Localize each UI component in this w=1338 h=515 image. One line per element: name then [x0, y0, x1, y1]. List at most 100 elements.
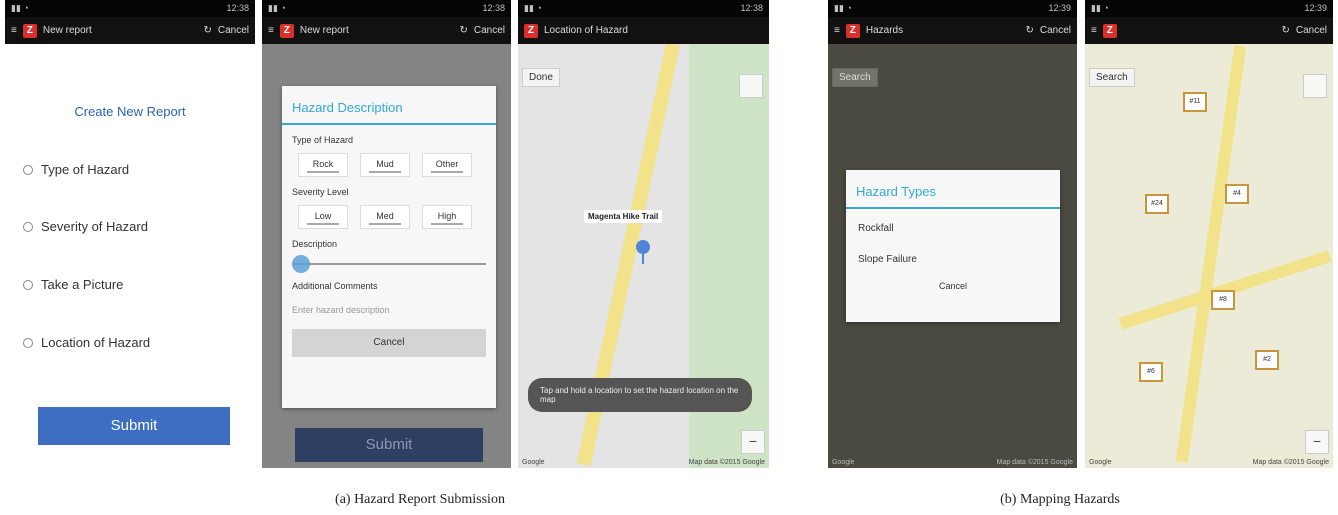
severity-med-toggle[interactable]: Med — [360, 205, 410, 229]
menu-item-severity[interactable]: Severity of Hazard — [23, 219, 148, 234]
signal-icon: ▮▮ ◔ — [1091, 3, 1109, 13]
cancel-action[interactable]: Cancel — [1040, 25, 1071, 36]
marker-label: Magenta Hike Trail — [584, 210, 663, 223]
notes-label: Additional Comments — [292, 281, 378, 291]
menu-item-label: Severity of Hazard — [41, 219, 148, 234]
zoom-out-button[interactable]: − — [741, 430, 765, 454]
hazard-marker[interactable]: #24 — [1145, 194, 1169, 214]
option-rockfall[interactable]: Rockfall — [846, 209, 1060, 234]
hazard-marker[interactable]: #2 — [1255, 350, 1279, 370]
signal-icon: ▮▮ ◔ — [524, 3, 542, 13]
dialog-title: Hazard Description — [282, 86, 496, 125]
hazard-marker[interactable]: #6 — [1139, 362, 1163, 382]
status-time: 12:38 — [482, 3, 505, 13]
radio-icon — [23, 279, 33, 290]
cancel-action[interactable]: Cancel — [1296, 25, 1327, 36]
action-bar: ≡ Z New report ↻ Cancel — [5, 17, 255, 44]
description-slider[interactable] — [292, 255, 486, 273]
option-slope-failure[interactable]: Slope Failure — [846, 234, 1060, 265]
phone-screen-location-map: ▮▮ ◔ 12:38 Z Location of Hazard Done Mage… — [518, 0, 769, 468]
signal-icon: ▮▮ ◔ — [834, 3, 852, 13]
signal-icon: ▮▮ ◔ — [268, 3, 286, 13]
menu-icon[interactable]: ≡ — [11, 25, 17, 36]
severity-options: Low Med High — [298, 205, 496, 229]
hazard-type-other-toggle[interactable]: Other — [422, 153, 472, 177]
action-bar-title: New report — [42, 25, 92, 36]
hazard-description-dialog: Hazard Description Type of Hazard Rock M… — [282, 86, 496, 408]
my-location-icon[interactable] — [739, 74, 763, 98]
status-time: 12:38 — [226, 3, 249, 13]
status-time: 12:39 — [1304, 3, 1327, 13]
hazard-marker[interactable]: #11 — [1183, 92, 1207, 112]
action-bar: Z Location of Hazard — [518, 17, 769, 44]
status-bar: ▮▮ ◔ 12:38 — [5, 0, 255, 17]
menu-item-label: Location of Hazard — [41, 335, 151, 350]
google-attribution: Google — [522, 459, 545, 466]
menu-icon[interactable]: ≡ — [268, 25, 274, 36]
google-attribution: Google — [832, 459, 855, 466]
action-bar-title: New report — [299, 25, 349, 36]
search-button[interactable]: Search — [1089, 68, 1135, 87]
slider-thumb[interactable] — [292, 255, 310, 273]
cancel-action[interactable]: Cancel — [474, 25, 505, 36]
action-bar-title: Location of Hazard — [544, 25, 628, 36]
refresh-icon[interactable]: ↻ — [203, 25, 211, 36]
menu-item-label: Type of Hazard — [41, 162, 130, 177]
app-logo-icon: Z — [279, 23, 294, 38]
done-button[interactable]: Done — [522, 68, 560, 87]
menu-item-picture[interactable]: Take a Picture — [23, 277, 123, 292]
menu-item-label: Take a Picture — [41, 277, 124, 292]
dialog-cancel-button[interactable]: Cancel — [292, 329, 486, 357]
app-logo-icon: Z — [845, 23, 860, 38]
caption-a: (a) Hazard Report Submission — [335, 492, 505, 507]
refresh-icon[interactable]: ↻ — [1025, 25, 1033, 36]
hint-toast: Tap and hold a location to set the hazar… — [528, 378, 752, 412]
phone-screen-hazard-markers: ▮▮ ◔ 12:39 ≡ Z ↻ Cancel Search #11 #24 #4… — [1085, 0, 1333, 468]
phone-screen-hazard-description: ▮▮ ◔ 12:38 ≡ Z New report ↻ Cancel Submit… — [262, 0, 511, 468]
map-data-attribution: Map data ©2015 Google — [996, 459, 1073, 466]
map-data-attribution: Map data ©2015 Google — [1252, 459, 1329, 466]
submit-button[interactable]: Submit — [38, 407, 230, 445]
phone-screen-create-report: ▮▮ ◔ 12:38 ≡ Z New report ↻ Cancel Create… — [5, 0, 255, 468]
hazard-type-label: Type of Hazard — [292, 135, 354, 145]
radio-icon — [23, 221, 33, 232]
menu-item-location[interactable]: Location of Hazard — [23, 335, 150, 350]
action-bar: ≡ Z New report ↻ Cancel — [262, 17, 511, 44]
google-attribution: Google — [1089, 459, 1112, 466]
severity-label: Severity Level — [292, 187, 349, 197]
cancel-action[interactable]: Cancel — [218, 25, 249, 36]
severity-low-toggle[interactable]: Low — [298, 205, 348, 229]
status-bar: ▮▮ ◔ 12:39 — [1085, 0, 1333, 17]
search-button[interactable]: Search — [832, 68, 878, 87]
description-label: Description — [292, 239, 338, 249]
status-time: 12:38 — [740, 3, 763, 13]
app-logo-icon: Z — [22, 23, 37, 38]
menu-icon[interactable]: ≡ — [1091, 25, 1097, 36]
hazard-markers-map[interactable]: Search #11 #24 #4 #8 #6 #2 − Google Map … — [1085, 44, 1333, 468]
status-bar: ▮▮ ◔ 12:39 — [828, 0, 1077, 17]
phone-screen-hazard-types: ▮▮ ◔ 12:39 ≡ Z Hazards ↻ Cancel Search Go… — [828, 0, 1077, 468]
map-pin-icon[interactable] — [636, 240, 650, 264]
notes-input[interactable]: Enter hazard description — [292, 305, 496, 315]
hazard-marker[interactable]: #4 — [1225, 184, 1249, 204]
report-form: Create New Report Type of Hazard Severit… — [5, 44, 255, 468]
radio-icon — [23, 164, 33, 175]
status-bar: ▮▮ ◔ 12:38 — [262, 0, 511, 17]
menu-item-type[interactable]: Type of Hazard — [23, 162, 129, 177]
menu-icon[interactable]: ≡ — [834, 25, 840, 36]
location-map[interactable]: Done Magenta Hike Trail Tap and hold a l… — [518, 44, 769, 468]
zoom-out-button[interactable]: − — [1305, 430, 1329, 454]
radio-icon — [23, 337, 33, 348]
dialog-title: Hazard Types — [846, 170, 1060, 209]
submit-button: Submit — [295, 428, 483, 462]
dialog-cancel-button[interactable]: Cancel — [846, 265, 1060, 291]
refresh-icon[interactable]: ↻ — [1281, 25, 1289, 36]
map-data-attribution: Map data ©2015 Google — [688, 459, 765, 466]
hazard-type-mud-toggle[interactable]: Mud — [360, 153, 410, 177]
refresh-icon[interactable]: ↻ — [459, 25, 467, 36]
status-bar: ▮▮ ◔ 12:38 — [518, 0, 769, 17]
severity-high-toggle[interactable]: High — [422, 205, 472, 229]
my-location-icon[interactable] — [1303, 74, 1327, 98]
hazard-marker[interactable]: #8 — [1211, 290, 1235, 310]
hazard-type-rock-toggle[interactable]: Rock — [298, 153, 348, 177]
